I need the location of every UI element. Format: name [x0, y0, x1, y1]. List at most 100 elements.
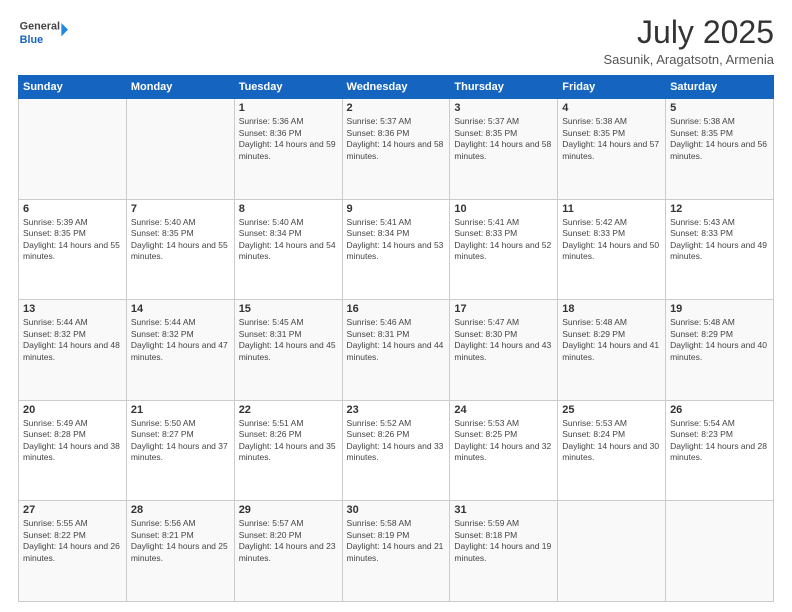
calendar-cell: 27 Sunrise: 5:55 AMSunset: 8:22 PMDaylig… [19, 501, 127, 602]
day-number: 29 [239, 504, 338, 516]
calendar-cell: 23 Sunrise: 5:52 AMSunset: 8:26 PMDaylig… [342, 400, 450, 501]
calendar-cell: 10 Sunrise: 5:41 AMSunset: 8:33 PMDaylig… [450, 199, 558, 300]
calendar-cell: 16 Sunrise: 5:46 AMSunset: 8:31 PMDaylig… [342, 300, 450, 401]
day-detail: Sunrise: 5:36 AMSunset: 8:36 PMDaylight:… [239, 116, 338, 162]
calendar-table: Sunday Monday Tuesday Wednesday Thursday… [18, 75, 774, 602]
title-block: July 2025 Sasunik, Aragatsotn, Armenia [603, 15, 774, 67]
header-sunday: Sunday [19, 76, 127, 99]
day-number: 27 [23, 504, 122, 516]
day-detail: Sunrise: 5:41 AMSunset: 8:33 PMDaylight:… [454, 217, 553, 263]
calendar-cell: 5 Sunrise: 5:38 AMSunset: 8:35 PMDayligh… [666, 99, 774, 200]
header-thursday: Thursday [450, 76, 558, 99]
day-detail: Sunrise: 5:40 AMSunset: 8:35 PMDaylight:… [131, 217, 230, 263]
day-detail: Sunrise: 5:48 AMSunset: 8:29 PMDaylight:… [562, 317, 661, 363]
calendar-cell: 29 Sunrise: 5:57 AMSunset: 8:20 PMDaylig… [234, 501, 342, 602]
logo-svg: General Blue [18, 15, 68, 51]
day-detail: Sunrise: 5:47 AMSunset: 8:30 PMDaylight:… [454, 317, 553, 363]
day-detail: Sunrise: 5:53 AMSunset: 8:24 PMDaylight:… [562, 418, 661, 464]
day-detail: Sunrise: 5:40 AMSunset: 8:34 PMDaylight:… [239, 217, 338, 263]
day-detail: Sunrise: 5:46 AMSunset: 8:31 PMDaylight:… [347, 317, 446, 363]
day-number: 18 [562, 303, 661, 315]
calendar-cell: 11 Sunrise: 5:42 AMSunset: 8:33 PMDaylig… [558, 199, 666, 300]
day-number: 17 [454, 303, 553, 315]
day-detail: Sunrise: 5:38 AMSunset: 8:35 PMDaylight:… [562, 116, 661, 162]
calendar-cell: 1 Sunrise: 5:36 AMSunset: 8:36 PMDayligh… [234, 99, 342, 200]
day-number: 12 [670, 203, 769, 215]
calendar-cell: 25 Sunrise: 5:53 AMSunset: 8:24 PMDaylig… [558, 400, 666, 501]
day-number: 2 [347, 102, 446, 114]
day-detail: Sunrise: 5:42 AMSunset: 8:33 PMDaylight:… [562, 217, 661, 263]
day-number: 25 [562, 404, 661, 416]
calendar-cell: 7 Sunrise: 5:40 AMSunset: 8:35 PMDayligh… [126, 199, 234, 300]
day-detail: Sunrise: 5:51 AMSunset: 8:26 PMDaylight:… [239, 418, 338, 464]
calendar-cell: 4 Sunrise: 5:38 AMSunset: 8:35 PMDayligh… [558, 99, 666, 200]
calendar-cell [19, 99, 127, 200]
day-number: 19 [670, 303, 769, 315]
header-saturday: Saturday [666, 76, 774, 99]
day-detail: Sunrise: 5:50 AMSunset: 8:27 PMDaylight:… [131, 418, 230, 464]
day-number: 8 [239, 203, 338, 215]
day-number: 24 [454, 404, 553, 416]
day-number: 11 [562, 203, 661, 215]
day-detail: Sunrise: 5:44 AMSunset: 8:32 PMDaylight:… [131, 317, 230, 363]
calendar-cell: 6 Sunrise: 5:39 AMSunset: 8:35 PMDayligh… [19, 199, 127, 300]
day-number: 3 [454, 102, 553, 114]
main-title: July 2025 [603, 15, 774, 50]
calendar-cell [126, 99, 234, 200]
day-number: 16 [347, 303, 446, 315]
calendar-cell: 3 Sunrise: 5:37 AMSunset: 8:35 PMDayligh… [450, 99, 558, 200]
week-row-4: 20 Sunrise: 5:49 AMSunset: 8:28 PMDaylig… [19, 400, 774, 501]
day-detail: Sunrise: 5:48 AMSunset: 8:29 PMDaylight:… [670, 317, 769, 363]
day-detail: Sunrise: 5:54 AMSunset: 8:23 PMDaylight:… [670, 418, 769, 464]
day-detail: Sunrise: 5:53 AMSunset: 8:25 PMDaylight:… [454, 418, 553, 464]
day-detail: Sunrise: 5:58 AMSunset: 8:19 PMDaylight:… [347, 518, 446, 564]
day-number: 26 [670, 404, 769, 416]
day-number: 30 [347, 504, 446, 516]
weekday-header-row: Sunday Monday Tuesday Wednesday Thursday… [19, 76, 774, 99]
day-detail: Sunrise: 5:38 AMSunset: 8:35 PMDaylight:… [670, 116, 769, 162]
day-number: 21 [131, 404, 230, 416]
calendar-cell: 18 Sunrise: 5:48 AMSunset: 8:29 PMDaylig… [558, 300, 666, 401]
svg-text:General: General [20, 21, 60, 33]
day-number: 20 [23, 404, 122, 416]
day-number: 1 [239, 102, 338, 114]
day-number: 15 [239, 303, 338, 315]
calendar-cell: 22 Sunrise: 5:51 AMSunset: 8:26 PMDaylig… [234, 400, 342, 501]
day-number: 13 [23, 303, 122, 315]
day-number: 6 [23, 203, 122, 215]
week-row-5: 27 Sunrise: 5:55 AMSunset: 8:22 PMDaylig… [19, 501, 774, 602]
day-detail: Sunrise: 5:56 AMSunset: 8:21 PMDaylight:… [131, 518, 230, 564]
day-number: 9 [347, 203, 446, 215]
day-detail: Sunrise: 5:55 AMSunset: 8:22 PMDaylight:… [23, 518, 122, 564]
calendar-cell: 2 Sunrise: 5:37 AMSunset: 8:36 PMDayligh… [342, 99, 450, 200]
page: General Blue July 2025 Sasunik, Aragatso… [0, 0, 792, 612]
calendar-cell: 12 Sunrise: 5:43 AMSunset: 8:33 PMDaylig… [666, 199, 774, 300]
day-detail: Sunrise: 5:52 AMSunset: 8:26 PMDaylight:… [347, 418, 446, 464]
day-number: 5 [670, 102, 769, 114]
subtitle: Sasunik, Aragatsotn, Armenia [603, 52, 774, 67]
day-number: 14 [131, 303, 230, 315]
logo: General Blue [18, 15, 68, 51]
week-row-2: 6 Sunrise: 5:39 AMSunset: 8:35 PMDayligh… [19, 199, 774, 300]
day-number: 7 [131, 203, 230, 215]
day-detail: Sunrise: 5:37 AMSunset: 8:36 PMDaylight:… [347, 116, 446, 162]
calendar-cell: 20 Sunrise: 5:49 AMSunset: 8:28 PMDaylig… [19, 400, 127, 501]
day-detail: Sunrise: 5:39 AMSunset: 8:35 PMDaylight:… [23, 217, 122, 263]
header-tuesday: Tuesday [234, 76, 342, 99]
day-detail: Sunrise: 5:43 AMSunset: 8:33 PMDaylight:… [670, 217, 769, 263]
calendar-cell: 24 Sunrise: 5:53 AMSunset: 8:25 PMDaylig… [450, 400, 558, 501]
calendar-cell: 14 Sunrise: 5:44 AMSunset: 8:32 PMDaylig… [126, 300, 234, 401]
day-detail: Sunrise: 5:41 AMSunset: 8:34 PMDaylight:… [347, 217, 446, 263]
calendar-cell: 8 Sunrise: 5:40 AMSunset: 8:34 PMDayligh… [234, 199, 342, 300]
logo-inner: General Blue [18, 15, 68, 51]
header-friday: Friday [558, 76, 666, 99]
header-monday: Monday [126, 76, 234, 99]
day-number: 4 [562, 102, 661, 114]
calendar-cell: 9 Sunrise: 5:41 AMSunset: 8:34 PMDayligh… [342, 199, 450, 300]
day-detail: Sunrise: 5:57 AMSunset: 8:20 PMDaylight:… [239, 518, 338, 564]
day-detail: Sunrise: 5:59 AMSunset: 8:18 PMDaylight:… [454, 518, 553, 564]
day-number: 28 [131, 504, 230, 516]
day-number: 31 [454, 504, 553, 516]
header: General Blue July 2025 Sasunik, Aragatso… [18, 15, 774, 67]
week-row-3: 13 Sunrise: 5:44 AMSunset: 8:32 PMDaylig… [19, 300, 774, 401]
